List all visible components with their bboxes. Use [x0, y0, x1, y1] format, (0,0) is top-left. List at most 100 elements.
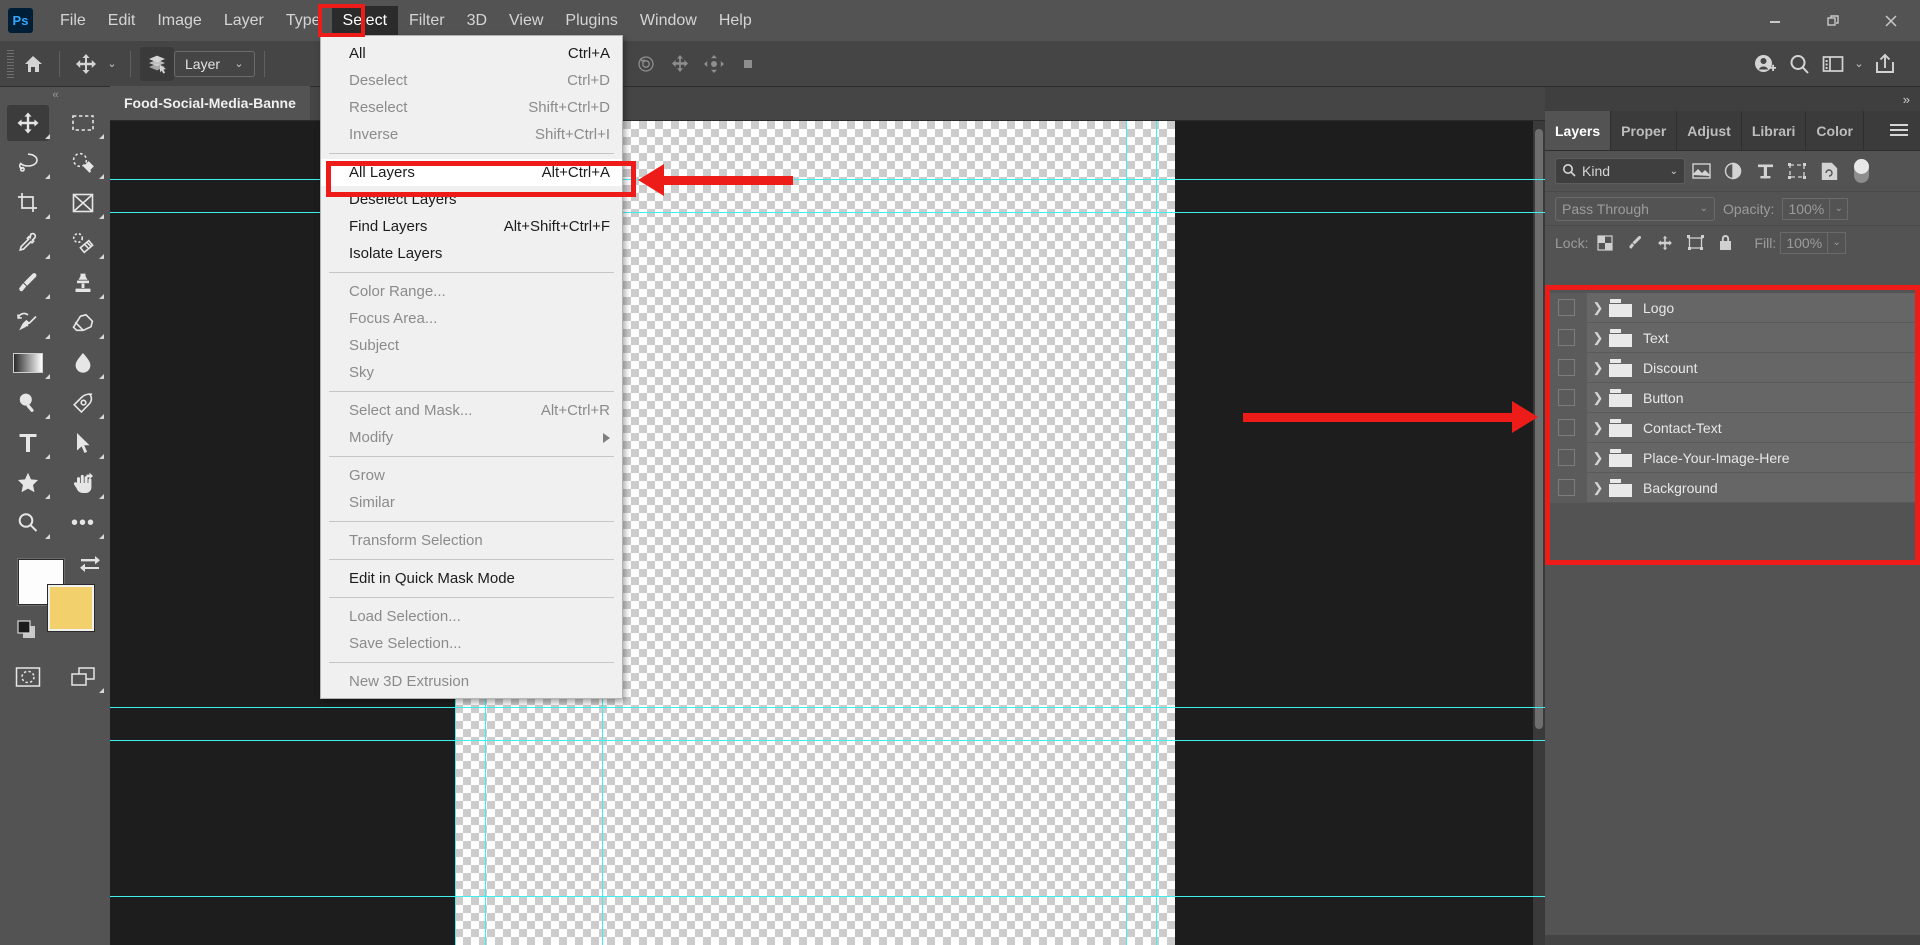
edit-toolbar-tool[interactable]: ••• [56, 503, 110, 543]
menu-item-find-layers[interactable]: Find LayersAlt+Shift+Ctrl+F [321, 213, 622, 240]
menu-item-sky[interactable]: Sky [321, 359, 622, 386]
quick-mask-icon[interactable] [0, 657, 56, 697]
blur-tool[interactable] [56, 343, 110, 383]
scale-3d-icon[interactable] [731, 47, 765, 81]
menu-3d[interactable]: 3D [456, 6, 498, 36]
filter-shape-icon[interactable] [1781, 156, 1813, 186]
layer-row[interactable]: ❯Discount [1545, 353, 1920, 383]
rectangular-marquee-tool[interactable] [56, 103, 110, 143]
pen-tool[interactable] [56, 383, 110, 423]
lock-image-pixels-icon[interactable] [1622, 230, 1648, 256]
tools-panel-grip[interactable]: ‹‹ [0, 87, 110, 103]
roll-3d-icon[interactable] [629, 47, 663, 81]
eyedropper-tool[interactable] [0, 223, 56, 263]
filter-adjustment-icon[interactable] [1717, 156, 1749, 186]
brush-tool[interactable] [0, 263, 56, 303]
frame-tool[interactable] [56, 183, 110, 223]
menu-image[interactable]: Image [146, 6, 212, 36]
layers-list[interactable]: ❯Logo❯Text❯Discount❯Button❯Contact-Text❯… [1545, 293, 1920, 517]
swap-colors-icon[interactable] [78, 553, 102, 580]
default-colors-icon[interactable] [16, 619, 38, 646]
layer-visibility-toggle[interactable] [1545, 323, 1587, 353]
expand-group-chevron-icon[interactable]: ❯ [1587, 330, 1609, 346]
auto-select-icon[interactable] [140, 47, 174, 81]
minimize-button[interactable] [1746, 0, 1804, 41]
lock-artboard-nesting-icon[interactable] [1682, 230, 1708, 256]
collapse-panels-icon[interactable]: » [1903, 92, 1910, 107]
expand-group-chevron-icon[interactable]: ❯ [1587, 300, 1609, 316]
chevron-down-icon[interactable]: ⌄ [1850, 57, 1868, 70]
crop-tool[interactable] [0, 183, 56, 223]
select-menu-dropdown[interactable]: AllCtrl+ADeselectCtrl+DReselectShift+Ctr… [320, 35, 623, 699]
lock-all-icon[interactable] [1712, 230, 1738, 256]
menu-item-new-3d-extrusion[interactable]: New 3D Extrusion [321, 668, 622, 695]
menu-item-isolate-layers[interactable]: Isolate Layers [321, 240, 622, 267]
search-icon[interactable] [1782, 47, 1816, 81]
layer-visibility-toggle[interactable] [1545, 383, 1587, 413]
menu-item-edit-in-quick-mask-mode[interactable]: Edit in Quick Mask Mode [321, 565, 622, 592]
lock-position-icon[interactable] [1652, 230, 1678, 256]
layer-visibility-toggle[interactable] [1545, 413, 1587, 443]
panel-tab-adjust[interactable]: Adjust [1677, 111, 1742, 150]
move-tool[interactable] [0, 103, 56, 143]
document-tab[interactable]: Food-Social-Media-Banne [110, 86, 310, 120]
menu-item-modify[interactable]: Modify [321, 424, 622, 451]
menu-item-focus-area[interactable]: Focus Area... [321, 305, 622, 332]
opacity-value[interactable]: 100% [1782, 198, 1830, 220]
filter-enable-toggle[interactable] [1845, 156, 1877, 186]
filter-pixel-icon[interactable] [1685, 156, 1717, 186]
type-tool[interactable] [0, 423, 56, 463]
shape-tool[interactable] [0, 463, 56, 503]
layer-row[interactable]: ❯Text [1545, 323, 1920, 353]
menu-item-load-selection[interactable]: Load Selection... [321, 603, 622, 630]
filter-smart-object-icon[interactable] [1813, 156, 1845, 186]
menu-layer[interactable]: Layer [213, 6, 275, 36]
options-bar-grip[interactable] [4, 50, 16, 78]
layer-row[interactable]: ❯Button [1545, 383, 1920, 413]
panel-menu-icon[interactable] [1878, 111, 1920, 150]
dodge-tool[interactable] [0, 383, 56, 423]
fill-chevron-icon[interactable]: ⌄ [1828, 232, 1846, 254]
expand-group-chevron-icon[interactable]: ❯ [1587, 480, 1609, 496]
menu-item-subject[interactable]: Subject [321, 332, 622, 359]
menu-item-save-selection[interactable]: Save Selection... [321, 630, 622, 657]
layer-visibility-toggle[interactable] [1545, 443, 1587, 473]
home-icon[interactable] [16, 47, 50, 81]
menu-window[interactable]: Window [629, 6, 708, 36]
layer-row[interactable]: ❯Logo [1545, 293, 1920, 323]
filter-kind-dropdown[interactable]: Kind ⌄ [1555, 158, 1685, 184]
clone-stamp-tool[interactable] [56, 263, 110, 303]
gradient-tool[interactable] [0, 343, 56, 383]
workspace-icon[interactable] [1816, 47, 1850, 81]
menu-item-similar[interactable]: Similar [321, 489, 622, 516]
menu-item-transform-selection[interactable]: Transform Selection [321, 527, 622, 554]
menu-item-all-layers[interactable]: All LayersAlt+Ctrl+A [321, 159, 622, 186]
layer-visibility-toggle[interactable] [1545, 353, 1587, 383]
move-tool-options-chevron-icon[interactable]: ⌄ [103, 57, 121, 70]
share-icon[interactable] [1868, 47, 1902, 81]
menu-item-select-and-mask[interactable]: Select and Mask...Alt+Ctrl+R [321, 397, 622, 424]
filter-type-icon[interactable] [1749, 156, 1781, 186]
menu-item-grow[interactable]: Grow [321, 462, 622, 489]
fill-value[interactable]: 100% [1780, 232, 1828, 254]
layer-visibility-toggle[interactable] [1545, 473, 1587, 503]
menu-item-deselect-layers[interactable]: Deselect Layers [321, 186, 622, 213]
expand-group-chevron-icon[interactable]: ❯ [1587, 450, 1609, 466]
menu-edit[interactable]: Edit [97, 6, 147, 36]
expand-group-chevron-icon[interactable]: ❯ [1587, 360, 1609, 376]
menu-view[interactable]: View [498, 6, 554, 36]
dock-collapse-bar[interactable]: » [1545, 87, 1920, 111]
panel-tab-proper[interactable]: Proper [1611, 111, 1677, 150]
layer-row[interactable]: ❯Background [1545, 473, 1920, 503]
menu-item-color-range[interactable]: Color Range... [321, 278, 622, 305]
path-selection-tool[interactable] [56, 423, 110, 463]
menu-item-deselect[interactable]: DeselectCtrl+D [321, 67, 622, 94]
canvas-vertical-scrollbar[interactable] [1533, 121, 1545, 945]
auto-select-target-dropdown[interactable]: Layer ⌄ [174, 51, 255, 77]
eraser-tool[interactable] [56, 303, 110, 343]
panel-tab-layers[interactable]: Layers [1545, 111, 1611, 150]
menu-help[interactable]: Help [708, 6, 763, 36]
hand-tool[interactable] [56, 463, 110, 503]
add-user-icon[interactable] [1748, 47, 1782, 81]
menu-type[interactable]: Type [275, 6, 332, 36]
